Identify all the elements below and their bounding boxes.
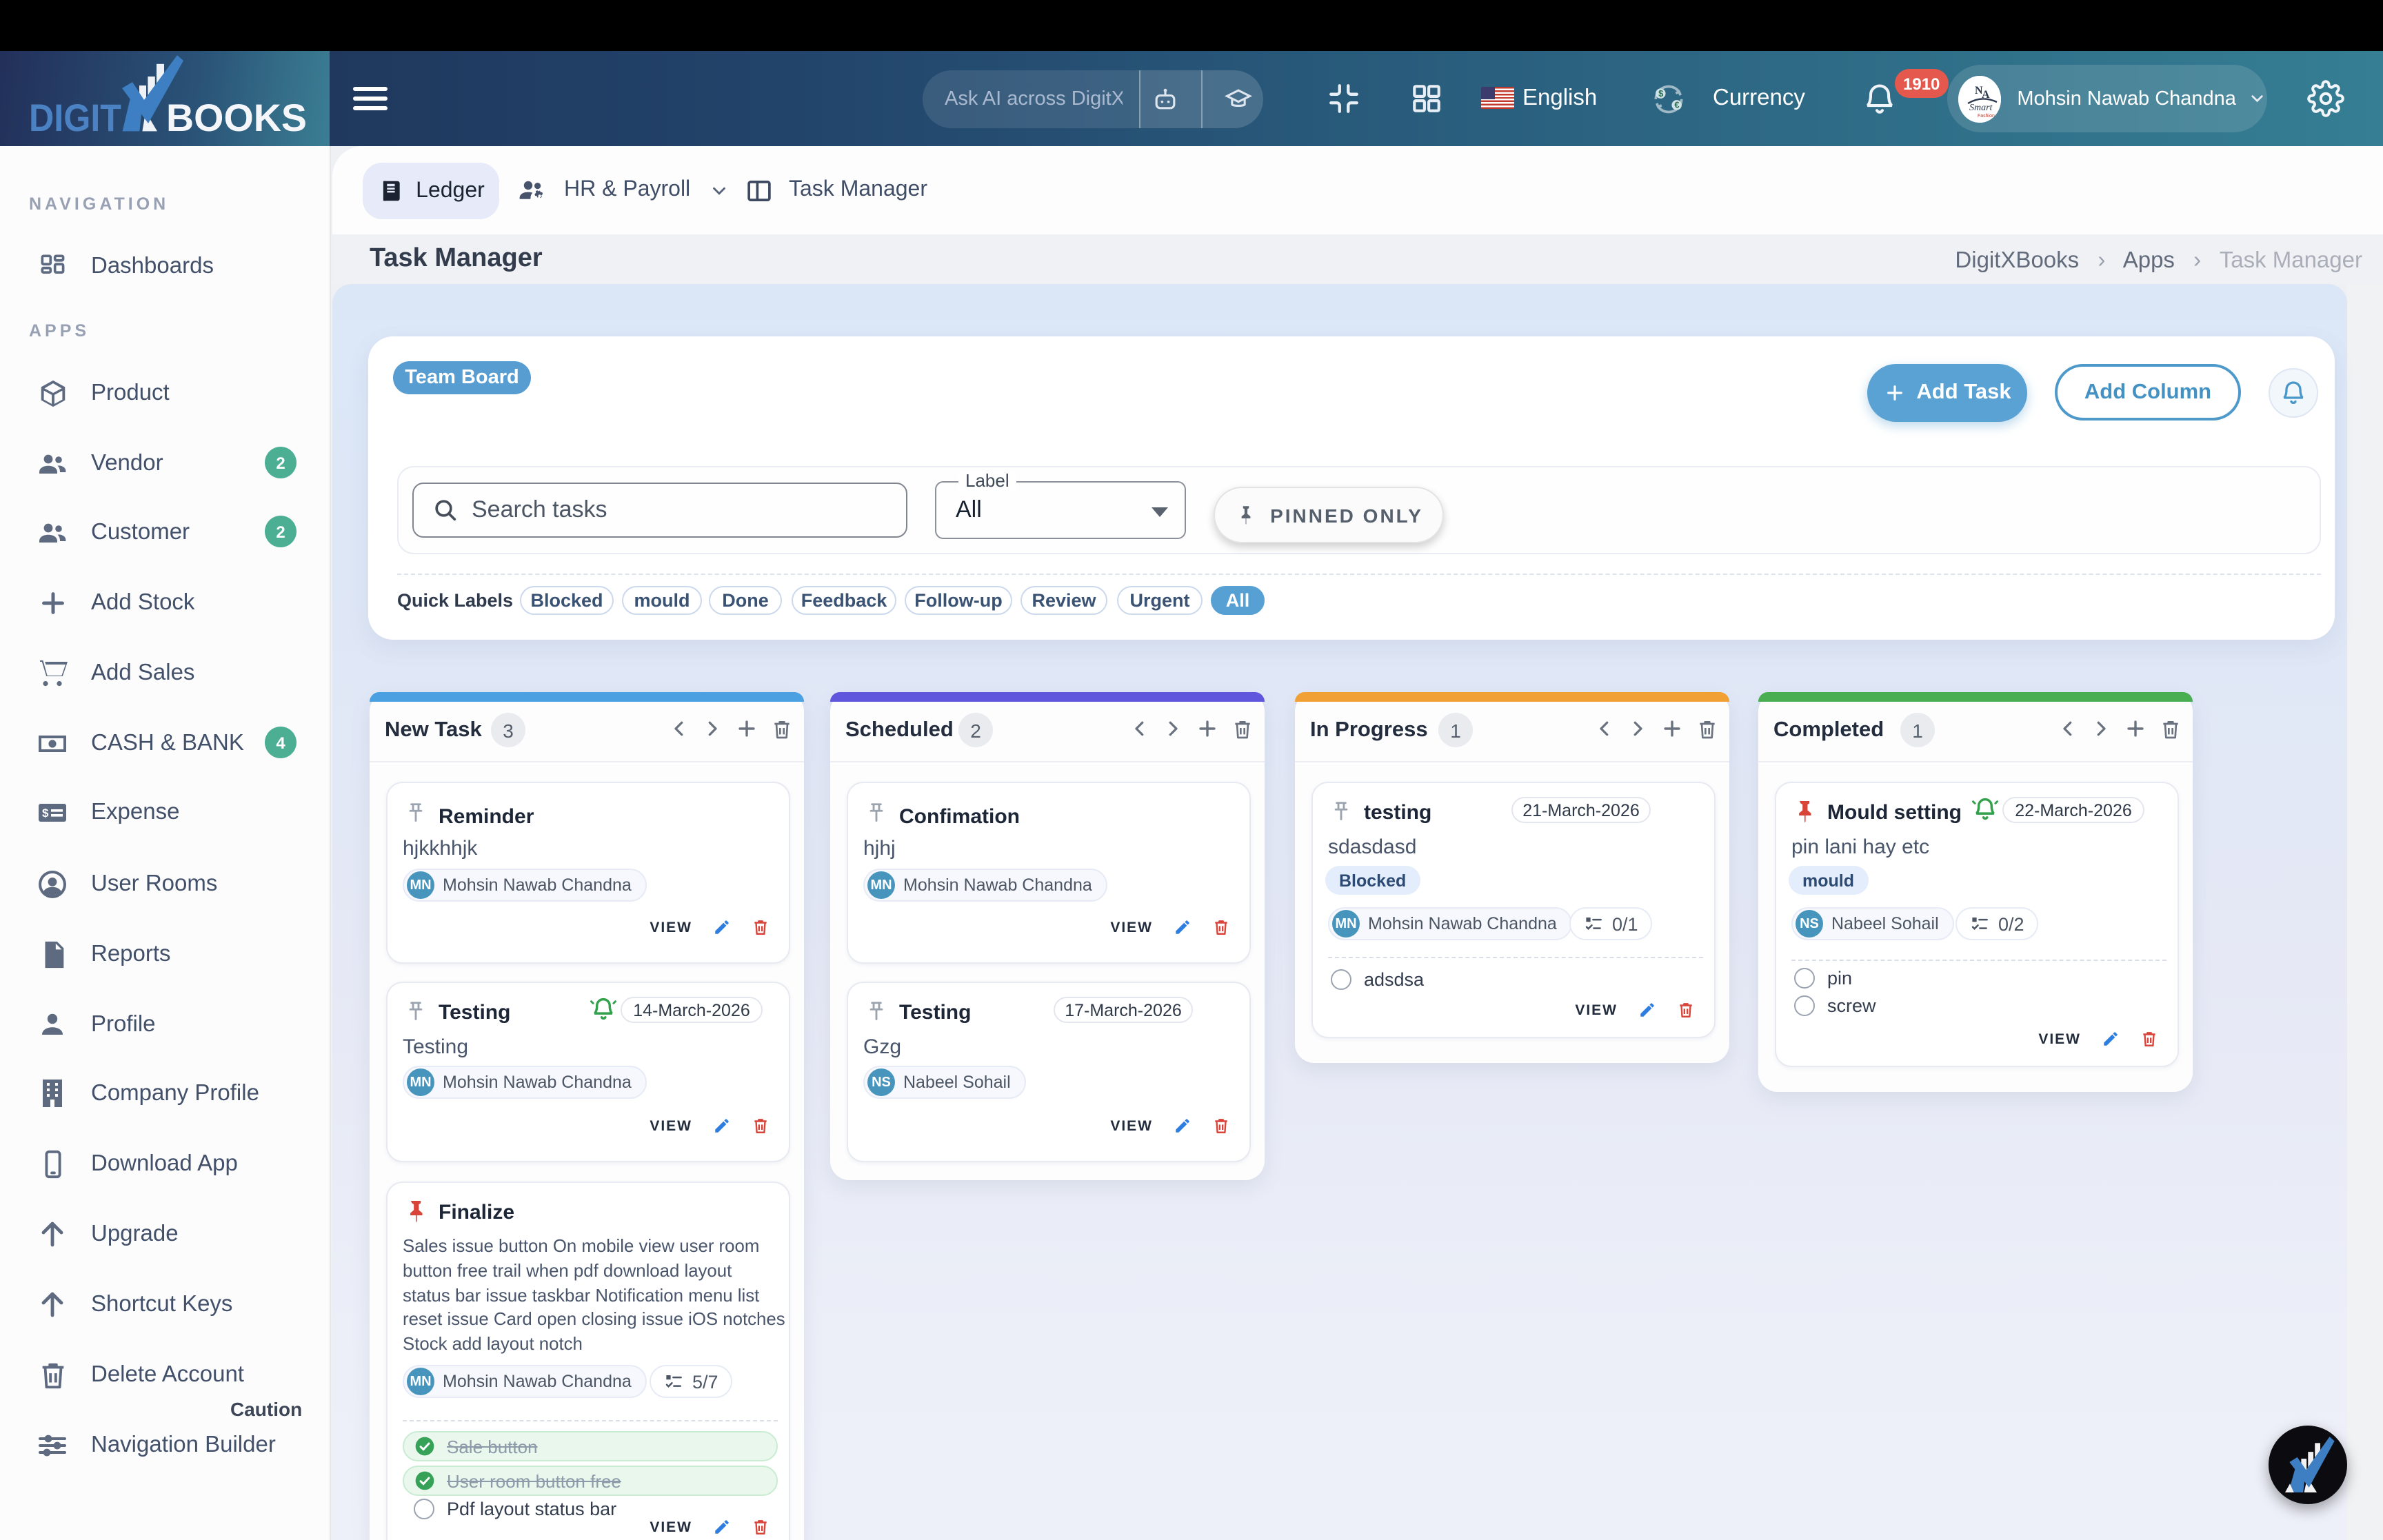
svg-text:DIGIT: DIGIT (29, 96, 121, 139)
svg-text:BOOKS: BOOKS (166, 96, 307, 139)
svg-text:Fashion: Fashion (1978, 113, 1995, 118)
svg-text:$: $ (42, 806, 49, 819)
svg-text:Smart: Smart (1969, 102, 1993, 112)
svg-text:$: $ (1658, 88, 1663, 99)
svg-text:€: € (1674, 100, 1679, 110)
